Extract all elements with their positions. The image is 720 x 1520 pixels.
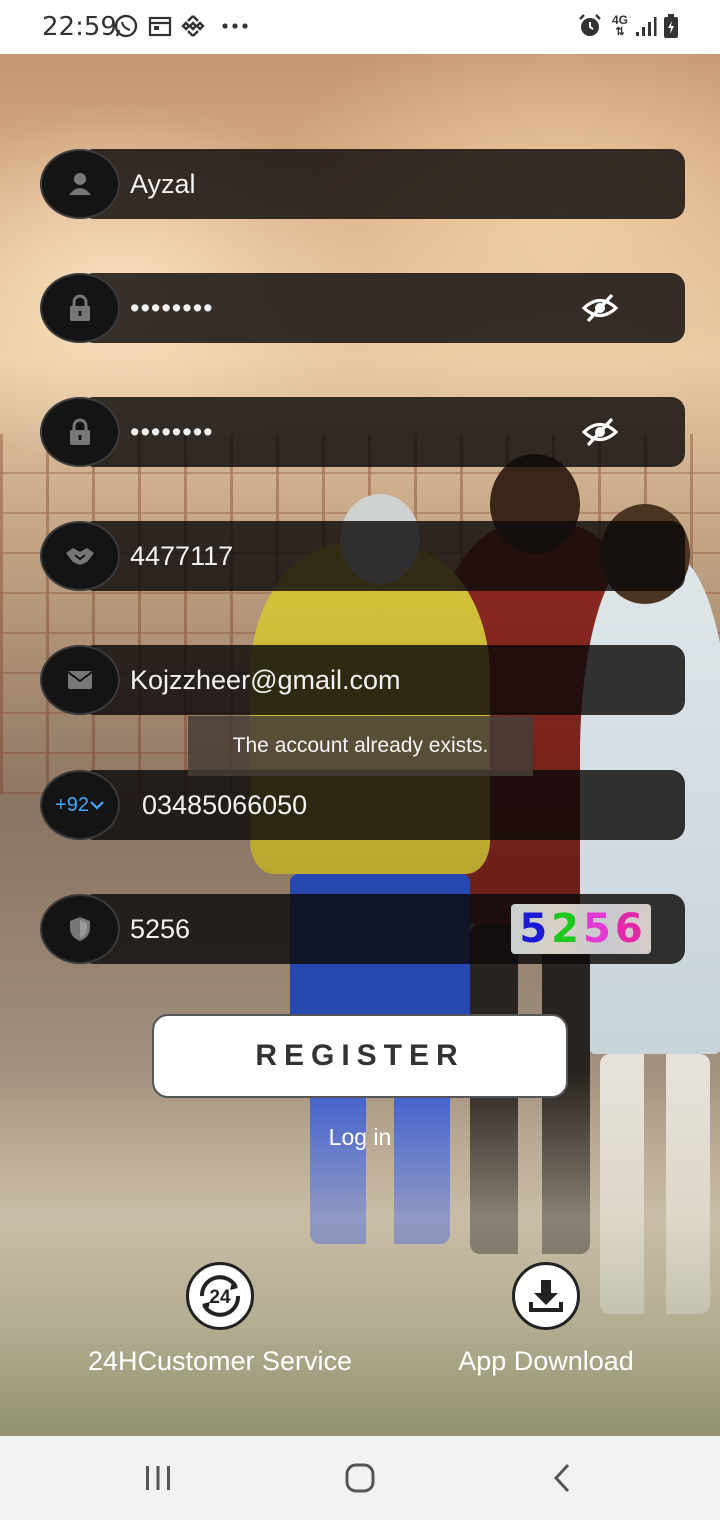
email-value[interactable]: Kojzzheer@gmail.com (130, 645, 401, 715)
invite-code-row[interactable]: 4477117 (40, 521, 685, 591)
captcha-row[interactable]: 5256 5 2 5 6 (40, 894, 685, 964)
captcha-image[interactable]: 5 2 5 6 (511, 904, 651, 954)
confirm-password-value[interactable]: •••••••• (130, 397, 214, 467)
email-row[interactable]: Kojzzheer@gmail.com (40, 645, 685, 715)
back-icon[interactable] (532, 1456, 592, 1500)
customer-service-button[interactable]: 24 24HCustomer Service (80, 1262, 360, 1377)
calendar-icon (146, 12, 174, 40)
app-download-button[interactable]: App Download (406, 1262, 686, 1377)
toast-message: The account already exists. (188, 716, 533, 776)
username-value[interactable]: Ayzal (130, 149, 196, 219)
login-link[interactable]: Log in (0, 1124, 720, 1151)
envelope-icon (40, 645, 120, 715)
navigation-bar (0, 1436, 720, 1520)
whatsapp-icon (112, 12, 140, 40)
more-dots-icon (220, 12, 250, 40)
shield-icon (40, 894, 120, 964)
chevron-down-icon (90, 801, 104, 810)
binance-icon (179, 12, 207, 40)
handshake-icon (40, 521, 120, 591)
recent-apps-icon[interactable] (128, 1456, 188, 1500)
home-icon[interactable] (330, 1456, 390, 1500)
lock-icon (40, 397, 120, 467)
app-download-label: App Download (458, 1346, 634, 1376)
register-button[interactable]: REGISTER (152, 1014, 568, 1098)
eye-slash-icon[interactable] (581, 289, 619, 327)
battery-icon (660, 12, 682, 40)
confirm-password-row[interactable]: •••••••• (40, 397, 685, 467)
data-arrows-icon: ⇅ (615, 26, 625, 38)
password-value[interactable]: •••••••• (130, 273, 214, 343)
alarm-icon (576, 12, 604, 40)
4g-icon: 4G ⇅ (608, 12, 632, 40)
password-row[interactable]: •••••••• (40, 273, 685, 343)
captcha-digit: 5 (583, 906, 611, 952)
signal-icon (634, 12, 658, 40)
status-bar: 22:59 4G ⇅ (0, 0, 720, 54)
download-icon (512, 1262, 580, 1330)
captcha-digit: 6 (614, 906, 643, 952)
lock-icon (40, 273, 120, 343)
captcha-digit: 2 (551, 906, 579, 952)
invite-code-value[interactable]: 4477117 (130, 521, 233, 591)
phone-value[interactable]: 03485066050 (142, 770, 307, 840)
phone-row[interactable]: +92 03485066050 (40, 770, 685, 840)
eye-slash-icon[interactable] (581, 413, 619, 451)
customer-service-label: 24HCustomer Service (87, 1346, 353, 1376)
service-24-text: 24 (209, 1287, 231, 1308)
captcha-value[interactable]: 5256 (130, 894, 190, 964)
user-icon (40, 149, 120, 219)
country-code-value: +92 (55, 793, 89, 816)
captcha-digit: 5 (519, 906, 548, 952)
network-label: 4G (611, 13, 628, 27)
status-time: 22:59 (42, 12, 117, 42)
customer-service-24h-icon: 24 (186, 1262, 254, 1330)
country-code-dropdown[interactable]: +92 (40, 770, 120, 840)
username-row[interactable]: Ayzal (40, 149, 685, 219)
